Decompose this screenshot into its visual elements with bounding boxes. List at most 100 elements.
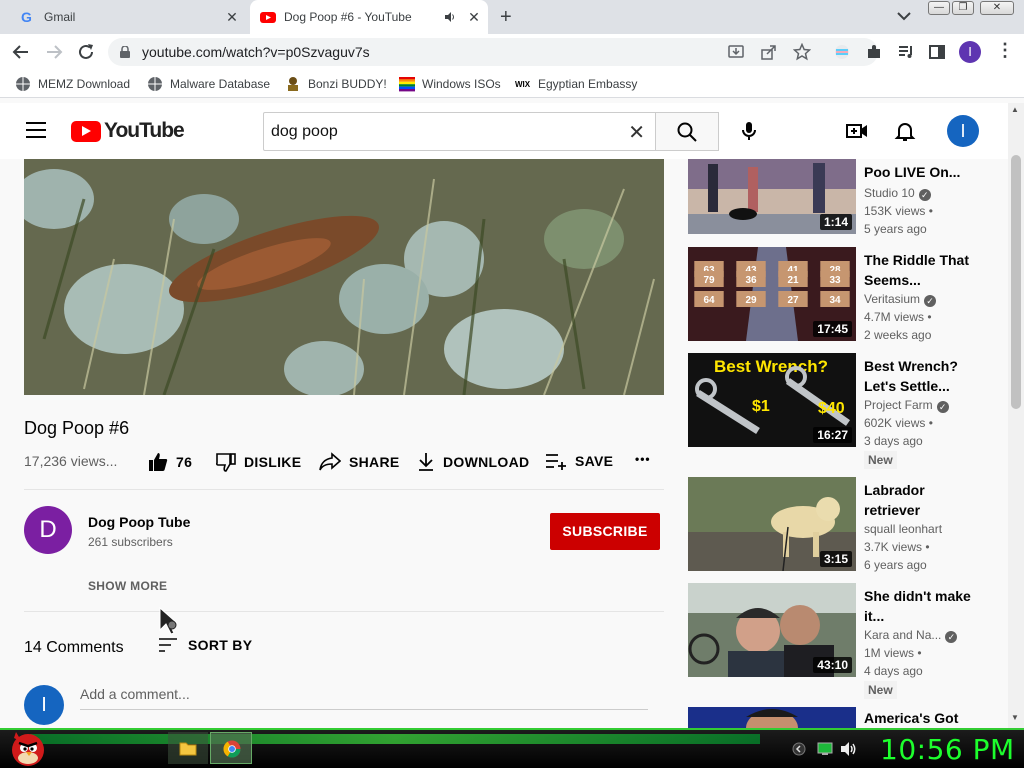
related-age: 6 years ago (864, 558, 927, 572)
related-channel: squall leonhart (864, 522, 943, 536)
scrollbar-thumb[interactable] (1011, 155, 1021, 409)
channel-name[interactable]: Dog Poop Tube (88, 514, 190, 530)
video-thumbnail[interactable] (688, 707, 856, 728)
clear-search-icon[interactable]: ✕ (628, 120, 645, 145)
new-tab-icon[interactable]: + (500, 6, 512, 29)
microphone-icon[interactable] (737, 119, 761, 143)
network-tray-icon[interactable] (817, 742, 833, 756)
globe-icon (148, 77, 162, 91)
thumb-heading: Best Wrench? (714, 357, 828, 376)
bookmark-egyptian-embassy[interactable]: WIX Egyptian Embassy (515, 76, 637, 92)
side-panel-icon[interactable] (929, 44, 945, 60)
address-bar[interactable]: youtube.com/watch?v=p0Szvaguv7s (108, 38, 878, 66)
save-button[interactable]: SAVE (545, 452, 613, 470)
thumbs-up-icon (149, 453, 168, 471)
channel-avatar[interactable]: D (24, 506, 72, 554)
share-page-icon[interactable] (761, 44, 777, 60)
bookmark-label: MEMZ Download (38, 77, 131, 91)
video-thumbnail[interactable]: Best Wrench? $1 $40 16:27 (688, 353, 856, 447)
taskbar-chrome[interactable] (210, 732, 252, 764)
bookmark-windows-isos[interactable]: Windows ISOs (399, 76, 501, 92)
video-thumbnail[interactable]: 1:14 (688, 159, 856, 234)
search-input[interactable]: dog poop ✕ (263, 112, 656, 151)
related-video-item[interactable]: Best Wrench? $1 $40 16:27 Best Wrench? L… (688, 353, 988, 473)
youtube-logo[interactable]: YouTube (71, 119, 185, 143)
minimize-button[interactable]: — (928, 1, 950, 15)
like-button[interactable]: 76 (148, 452, 192, 472)
bookmark-star-icon[interactable] (793, 43, 811, 61)
search-text: dog poop (271, 123, 338, 140)
video-player[interactable] (24, 159, 664, 395)
start-button-angry-bird-icon[interactable] (6, 728, 48, 768)
create-video-icon[interactable] (845, 119, 869, 143)
scroll-up-icon[interactable]: ▲ (1011, 105, 1019, 114)
notifications-bell-icon[interactable] (893, 119, 917, 143)
dislike-button[interactable]: DISLIKE (216, 452, 301, 472)
related-channel: Studio 10 ✓ (864, 186, 931, 201)
add-comment-input[interactable]: Add a comment... (80, 686, 190, 702)
bookmark-label: Windows ISOs (422, 77, 501, 91)
more-actions-icon[interactable]: ••• (635, 452, 651, 466)
close-tab-icon[interactable]: ✕ (466, 9, 482, 25)
globe-icon (16, 77, 30, 91)
rainbow-flag-icon (399, 77, 415, 92)
account-avatar[interactable]: I (947, 115, 979, 147)
scroll-down-icon[interactable]: ▼ (1011, 713, 1019, 722)
my-avatar: I (24, 685, 64, 725)
bookmark-bonzi-buddy[interactable]: Bonzi BUDDY! (285, 76, 387, 92)
related-views: 3.7K views • (864, 540, 930, 554)
comments-count: 14 Comments (24, 639, 124, 656)
search-button[interactable] (655, 112, 719, 151)
taskbar-clock: 10:56 PM (880, 733, 1015, 766)
bookmark-malware-database[interactable]: Malware Database (147, 76, 270, 92)
menu-hamburger-icon[interactable] (26, 122, 46, 138)
related-video-item[interactable]: 63 43 41 28 79 36 21 33 64 29 27 34 17:45 The Riddl… (688, 247, 988, 347)
video-duration: 3:15 (819, 551, 852, 567)
back-arrow-icon[interactable] (12, 43, 30, 61)
reload-icon[interactable] (77, 43, 95, 61)
folder-icon (179, 742, 197, 756)
view-count[interactable]: 17,236 views... (24, 453, 117, 469)
taskbar-file-explorer[interactable] (168, 732, 208, 764)
browser-menu-icon[interactable]: ⋮ (996, 40, 1014, 61)
tray-chevron-icon[interactable] (792, 742, 806, 756)
page-scrollbar[interactable]: ▲ ▼ (1008, 103, 1024, 728)
close-window-button[interactable]: ✕ (980, 1, 1014, 15)
playlist-add-icon (546, 454, 566, 470)
related-video-item[interactable]: 3:15 Labrador retriever squall leonhart … (688, 477, 988, 577)
sort-by-button[interactable]: SORT BY (158, 637, 252, 653)
related-title: Labrador retriever (864, 482, 925, 518)
related-title: Poo LIVE On... (864, 164, 961, 180)
tab-gmail[interactable]: G Gmail ✕ (10, 0, 246, 34)
browser-tab-strip: G Gmail ✕ Dog Poop #6 - YouTube ✕ + — ❐ … (0, 0, 1024, 34)
video-thumbnail[interactable]: 63 43 41 28 79 36 21 33 64 29 27 34 17:45 (688, 247, 856, 341)
related-video-item[interactable]: America's Got (688, 707, 988, 728)
tab-youtube[interactable]: Dog Poop #6 - YouTube ✕ (250, 0, 488, 34)
bookmark-memz[interactable]: MEMZ Download (15, 76, 130, 92)
related-channel: Project Farm ✓ (864, 398, 949, 413)
speaker-icon[interactable] (444, 11, 456, 23)
video-thumbnail[interactable]: 3:15 (688, 477, 856, 571)
volume-tray-icon[interactable] (840, 741, 858, 757)
download-button[interactable]: DOWNLOAD (417, 452, 529, 472)
subscribe-button[interactable]: SUBSCRIBE (550, 513, 660, 550)
show-more-button[interactable]: SHOW MORE (88, 579, 167, 593)
share-button[interactable]: SHARE (319, 452, 400, 472)
forward-arrow-icon[interactable] (45, 43, 63, 61)
tab-search-chevron-icon[interactable] (897, 11, 911, 21)
bookmark-label: Bonzi BUDDY! (308, 77, 387, 91)
restore-button[interactable]: ❐ (952, 1, 974, 15)
media-control-icon[interactable] (898, 44, 914, 60)
divider (24, 489, 664, 490)
install-app-icon[interactable] (728, 44, 744, 60)
lock-icon[interactable] (120, 46, 130, 58)
video-thumbnail[interactable]: 43:10 (688, 583, 856, 677)
riddle-box-number: 34 (829, 295, 841, 306)
video-frame-image (24, 159, 664, 395)
extensions-puzzle-icon[interactable] (866, 44, 882, 60)
close-tab-icon[interactable]: ✕ (224, 9, 240, 25)
related-video-item[interactable]: 43:10 She didn't make it... Kara and Na.… (688, 583, 988, 703)
profile-avatar[interactable]: I (959, 41, 981, 63)
extension-flag-icon[interactable] (834, 44, 850, 60)
related-video-item[interactable]: 1:14 Poo LIVE On... Studio 10 ✓ 153K view… (688, 159, 988, 239)
